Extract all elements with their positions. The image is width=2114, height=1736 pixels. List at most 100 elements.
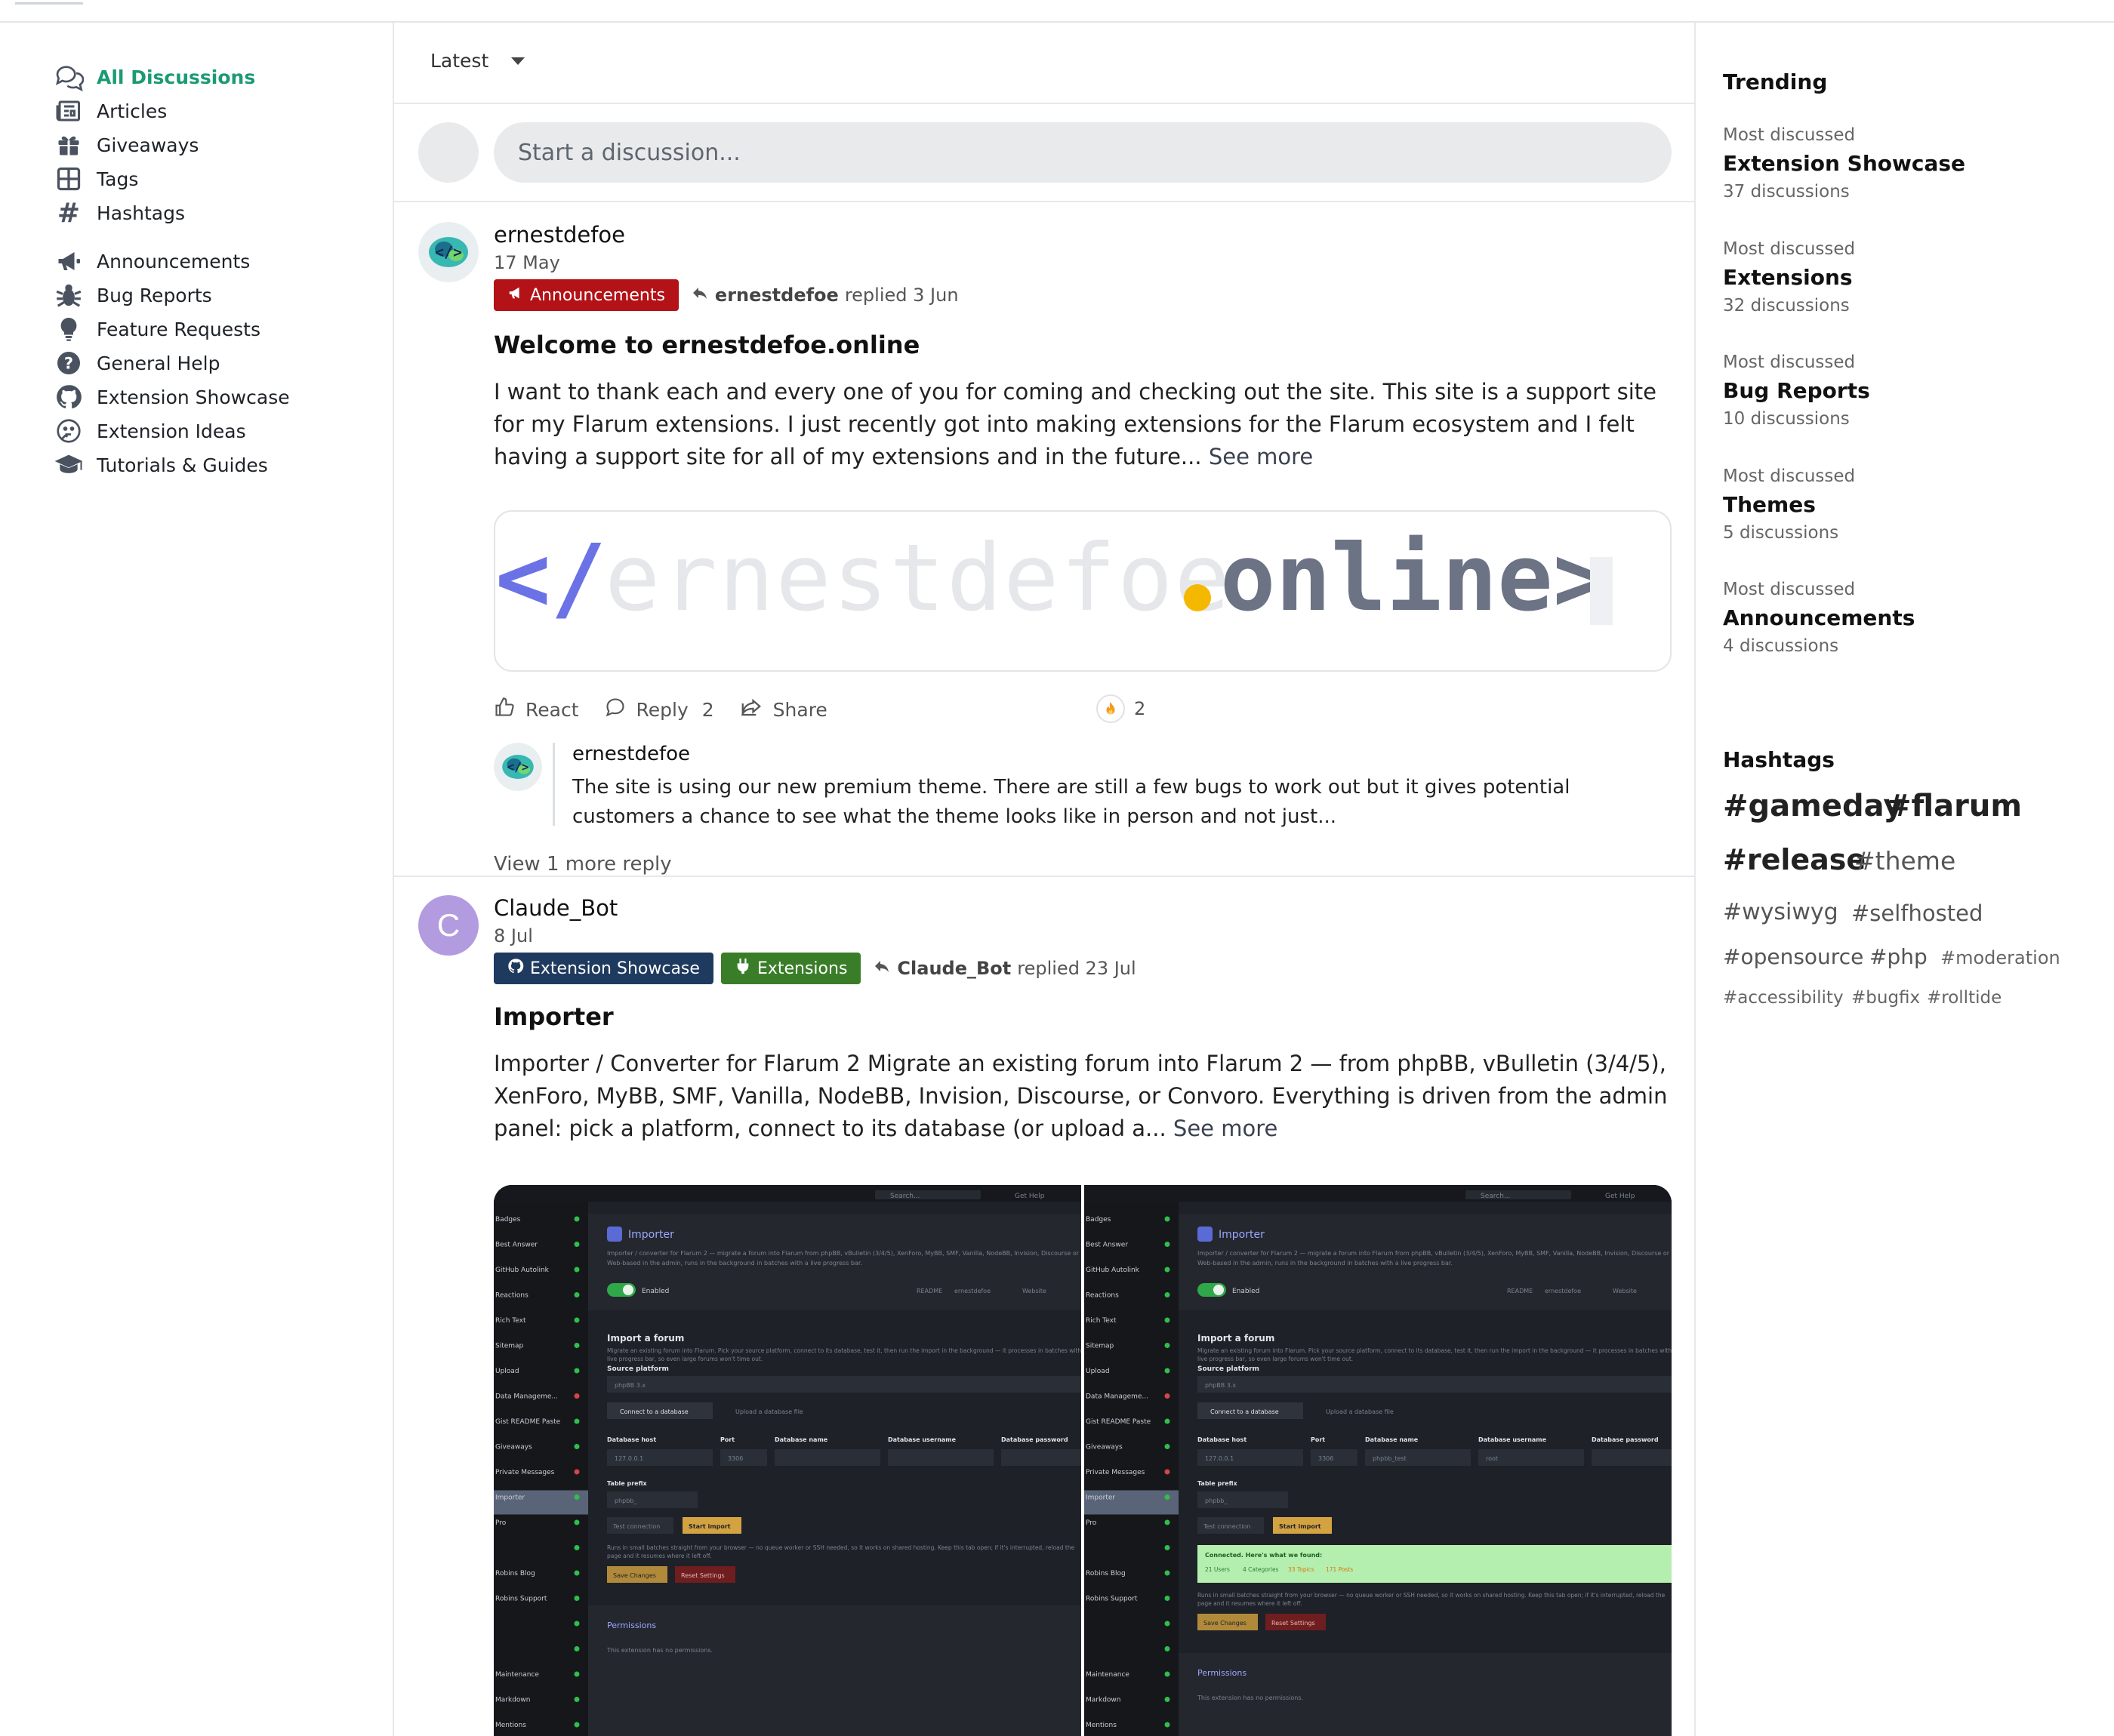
nav-label: All Discussions [97,66,256,88]
screenshot-status-dot [574,1646,580,1651]
nav-tutorials-guides[interactable]: Tutorials & Guides [53,447,268,483]
see-more-link[interactable]: See more [1173,1116,1277,1141]
react-button[interactable]: React [494,697,579,723]
screenshot-side-item: Markdown [495,1697,530,1704]
screenshot-host-value: 127.0.0.1 [615,1455,643,1462]
avatar[interactable]: C [418,895,479,956]
screenshot-no-permissions: This extension has no permissions. [1197,1694,1303,1701]
hashtag-link[interactable]: #bugfix [1851,988,1920,1008]
trending-title[interactable]: Extension Showcase [1723,151,2085,176]
screenshot-connect-tab-label: Connect to a database [620,1408,689,1415]
trending-title[interactable]: Themes [1723,492,2085,517]
screenshot-ext-desc: Importer / converter for Flarum 2 — migr… [1197,1250,1672,1257]
screenshot-port-value: 3306 [1318,1455,1333,1462]
thumbs-up-icon [494,697,515,723]
screenshot-connected-text: Connected. Here's what we found: [1205,1552,1322,1559]
nav-general-help[interactable]: ? General Help [53,345,220,381]
nav-all-discussions[interactable]: All Discussions [53,59,255,95]
hashtag-link[interactable]: #gameday [1723,789,1903,823]
tag-announcements[interactable]: Announcements [494,279,679,311]
screenshot-status-dot [574,1317,580,1323]
trending-heading: Trending [1723,69,1828,94]
discussion-title[interactable]: Importer [494,1002,614,1031]
trending-item[interactable]: Most discussed Extension Showcase 37 dis… [1723,125,2085,202]
trending-item[interactable]: Most discussed Bug Reports 10 discussion… [1723,352,2085,429]
discussion-excerpt: I want to thank each and every one of yo… [494,376,1672,473]
hashtag-link[interactable]: #selfhosted [1851,900,1983,926]
hashtag-link[interactable]: #rolltide [1927,988,2002,1008]
reply-label: Reply [636,699,689,721]
banner-image[interactable]: </ ernestdefoe online> [494,510,1672,672]
hashtag-link[interactable]: #opensource [1723,944,1863,969]
nav-announcements[interactable]: Announcements [53,243,250,279]
last-reply-user[interactable]: Claude_Bot [897,958,1011,979]
trending-title[interactable]: Bug Reports [1723,378,2085,403]
trending-item[interactable]: Most discussed Announcements 4 discussio… [1723,580,2085,656]
last-reply-info: ernestdefoe replied 3 Jun [691,284,959,306]
nav-label: Extension Showcase [97,386,290,408]
hashtag-link[interactable]: #release [1723,843,1866,876]
post-actions: React Reply 2 Share [494,696,853,724]
author-name[interactable]: ernestdefoe [494,222,625,248]
trending-title[interactable]: Announcements [1723,605,2085,630]
screenshot-field [1001,1449,1081,1466]
nav-extension-ideas[interactable]: Extension Ideas [53,413,246,449]
hashtag-link[interactable]: #wysiwyg [1723,899,1838,925]
nav-bug-reports[interactable]: Bug Reports [53,277,212,313]
nav-giveaways[interactable]: Giveaways [53,127,199,163]
trending-item[interactable]: Most discussed Themes 5 discussions [1723,466,2085,543]
screenshot-status-dot [574,1267,580,1273]
hashtag-link[interactable]: #php [1869,944,1928,969]
tags-row: Extension Showcase Extensions Claude_Bot… [494,953,1136,984]
site-logo[interactable] [15,0,83,5]
nav-label: Announcements [97,250,251,272]
see-more-link[interactable]: See more [1209,444,1313,469]
screenshot-status-dot [1164,1292,1170,1297]
nav-tags[interactable]: Tags [53,161,138,197]
screenshot-image[interactable]: Search... Get Help Badges Best Answer GitHub… [494,1185,1672,1736]
nav-label: General Help [97,352,220,374]
screenshot-toggle-knob [1213,1285,1224,1295]
post-date: 8 Jul [494,925,533,946]
comment-icon [605,697,626,723]
screenshot-column-label: Database host [607,1436,656,1443]
screenshot-column-label: Database password [1001,1436,1068,1443]
sort-dropdown[interactable]: Latest [430,50,525,72]
nav-extension-showcase[interactable]: Extension Showcase [53,379,290,415]
tag-extensions[interactable]: Extensions [720,953,861,984]
screenshot-side-item: Pro [1086,1519,1097,1527]
hashtag-link[interactable]: #moderation [1940,947,2060,968]
plug-icon [735,958,751,979]
nav-articles[interactable]: Articles [53,93,167,129]
reply-button[interactable]: Reply 2 [605,697,714,723]
reply-count: 2 [701,699,714,721]
screenshot-author-link: ernestdefoe [1545,1288,1581,1294]
tag-extension-showcase[interactable]: Extension Showcase [494,953,713,984]
nav-hashtags[interactable]: # Hashtags [53,195,185,231]
screenshot-ext-title: Importer [628,1229,674,1241]
discussion-title[interactable]: Welcome to ernestdefoe.online [494,331,920,359]
trending-item[interactable]: Most discussed Extensions 32 discussions [1723,239,2085,315]
hashtag-link[interactable]: #theme [1854,846,1955,876]
hashtag-link[interactable]: #accessibility [1723,988,1844,1008]
reactions-summary[interactable]: 2 [1096,694,1145,723]
screenshot-status-dot [574,1697,580,1702]
screenshot-help-text: Get Help [1605,1193,1635,1200]
screenshot-source-label: Source platform [1197,1365,1259,1373]
screenshot-section-desc: Migrate an existing forum into Flarum. P… [607,1347,1086,1354]
screenshot-split [1081,1185,1084,1736]
nav-feature-requests[interactable]: Feature Requests [53,311,260,347]
trending-count: 37 discussions [1723,182,1850,202]
screenshot-toggle-knob [623,1285,633,1295]
trending-title[interactable]: Extensions [1723,265,2085,290]
avatar[interactable]: </> [418,222,479,282]
hashtag-link[interactable]: #flarum [1886,789,2022,823]
share-button[interactable]: Share [740,696,827,724]
author-name[interactable]: Claude_Bot [494,895,618,921]
screenshot-source-label: Source platform [607,1365,669,1373]
view-more-replies-link[interactable]: View 1 more reply [494,853,672,876]
screenshot-test-button-label: Test connection [1203,1523,1250,1530]
reply-preview[interactable]: </> ernestdefoe The site is using our ne… [494,743,1672,833]
start-discussion-input[interactable]: Start a discussion... [494,122,1672,183]
last-reply-user[interactable]: ernestdefoe [715,285,839,306]
